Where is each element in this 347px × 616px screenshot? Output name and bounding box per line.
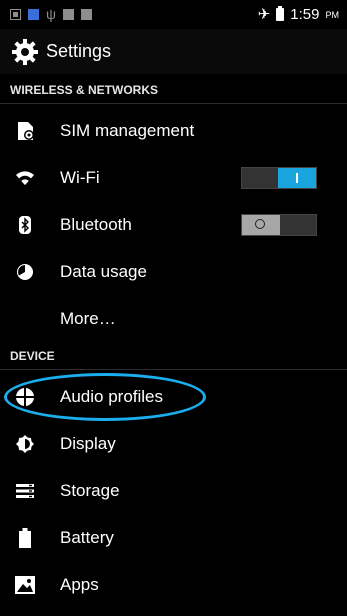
setting-item-label: Display (60, 433, 116, 453)
setting-item-sim-management[interactable]: SIM management (0, 107, 347, 154)
wifi-icon (14, 167, 36, 189)
setting-item-wifi[interactable]: Wi-Fi (0, 154, 347, 201)
setting-item-label: More… (60, 308, 116, 328)
wifi-toggle[interactable] (241, 166, 317, 189)
setting-item-battery[interactable]: Battery (0, 514, 347, 561)
setting-item-display[interactable]: Display (0, 420, 347, 467)
phone-icon (28, 9, 39, 20)
setting-item-label: Battery (60, 527, 114, 547)
status-bar-right: ✈ 1:59 PM (258, 6, 339, 23)
clock-time: 1:59 (290, 6, 320, 23)
usb-icon: ψ (46, 6, 56, 22)
battery-icon (14, 527, 36, 549)
setting-item-label: Apps (60, 574, 99, 594)
data-usage-icon (14, 261, 36, 283)
setting-item-audio-profiles[interactable]: Audio profiles (0, 373, 347, 420)
sim-card-icon (14, 120, 36, 142)
setting-item-apps[interactable]: Apps (0, 561, 347, 608)
section-header-device: DEVICE (0, 342, 347, 370)
battery-icon (276, 6, 285, 21)
setting-item-bluetooth[interactable]: Bluetooth (0, 201, 347, 248)
image-icon (62, 9, 74, 20)
toggle-knob (278, 167, 316, 188)
setting-item-more[interactable]: More… (0, 295, 347, 342)
setting-item-label: Wi-Fi (60, 167, 100, 187)
setting-item-data-usage[interactable]: Data usage (0, 248, 347, 295)
setting-item-storage[interactable]: Storage (0, 467, 347, 514)
notification-icon (10, 9, 21, 20)
square-icon (80, 9, 92, 20)
storage-icon (14, 480, 36, 502)
bluetooth-icon (14, 214, 36, 236)
status-bar-left: ψ (10, 6, 92, 22)
clock-ampm: PM (325, 9, 340, 20)
airplane-icon: ✈ (257, 6, 271, 23)
toggle-knob (242, 214, 280, 235)
audio-profiles-icon (14, 386, 36, 408)
bluetooth-toggle[interactable] (241, 213, 317, 236)
setting-item-label: SIM management (60, 120, 195, 140)
page-title: Settings (46, 41, 112, 61)
setting-item-label: Data usage (60, 261, 147, 281)
gear-icon[interactable] (10, 37, 40, 67)
section-header-wireless: WIRELESS & NETWORKS (0, 76, 347, 104)
setting-item-label: Bluetooth (60, 214, 132, 234)
apps-icon (14, 574, 36, 596)
action-bar: Settings (0, 29, 347, 74)
setting-item-label: Storage (60, 480, 120, 500)
display-icon (14, 433, 36, 455)
setting-item-label: Audio profiles (60, 386, 164, 406)
status-bar: ψ ✈ 1:59 PM (0, 0, 347, 29)
